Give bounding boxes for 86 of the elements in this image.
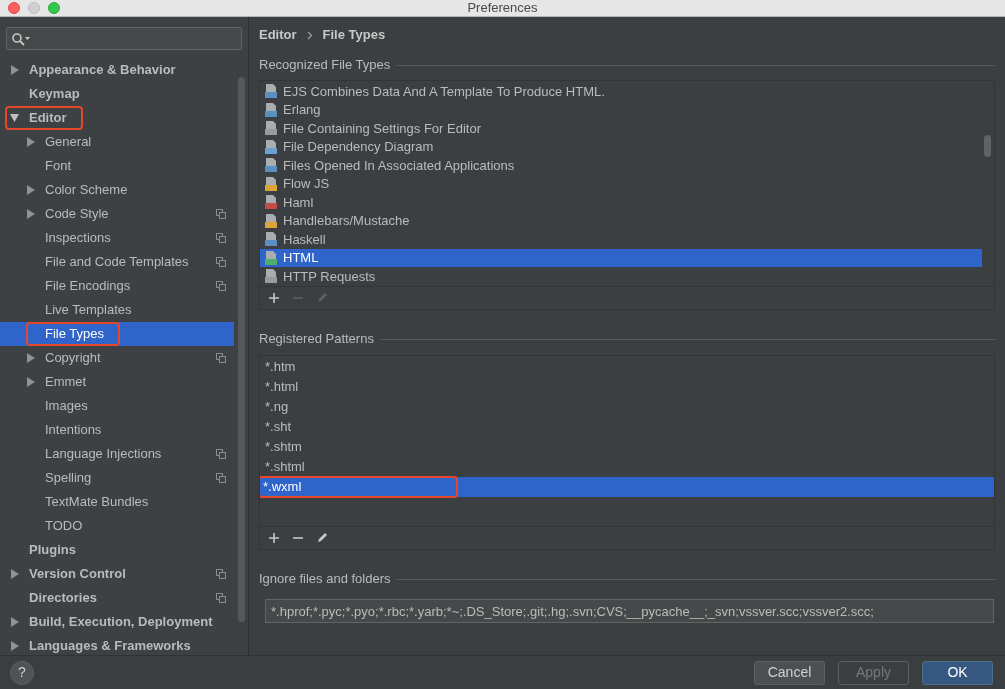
sidebar-item[interactable]: Copyright <box>45 348 101 368</box>
file-type-item[interactable]: HTTP Requests <box>283 266 376 286</box>
sidebar-item[interactable]: Build, Execution, Deployment <box>29 612 213 632</box>
file-type-icon <box>264 157 278 174</box>
sidebar-item[interactable]: Version Control <box>29 564 126 584</box>
pattern-item[interactable]: *.shtm <box>260 438 302 456</box>
sidebar-item[interactable]: TextMate Bundles <box>45 492 149 512</box>
sidebar-item[interactable]: Code Style <box>45 204 109 224</box>
sidebar-item[interactable]: Directories <box>29 588 97 608</box>
sidebar-item[interactable]: Language Injections <box>45 444 162 464</box>
pattern-item[interactable]: *.ng <box>260 398 289 416</box>
collapsed-arrow-icon[interactable] <box>10 569 19 579</box>
highlighted-pattern: *.wxml <box>260 476 458 498</box>
sidebar-item[interactable]: Languages & Frameworks <box>29 636 191 655</box>
breadcrumb-item: File Types <box>322 26 386 45</box>
section-title: Ignore files and folders <box>259 570 391 589</box>
sidebar-item[interactable]: Appearance & Behavior <box>29 60 176 80</box>
file-type-item[interactable]: Erlang <box>283 100 321 120</box>
sidebar-item[interactable]: Plugins <box>29 540 76 560</box>
sidebar-item[interactable]: File and Code Templates <box>45 252 189 272</box>
sidebar-item[interactable]: Images <box>45 396 88 416</box>
file-type-icon <box>264 83 278 100</box>
selected-row[interactable]: *.wxml <box>260 477 994 497</box>
breadcrumb-item: Editor <box>259 26 297 45</box>
highlighted-sidebar-item[interactable]: Editor <box>5 106 83 130</box>
file-type-icon <box>264 249 278 266</box>
selected-row[interactable]: File Types <box>0 322 234 346</box>
sidebar-item[interactable]: Spelling <box>45 468 92 488</box>
expanded-arrow-icon[interactable] <box>10 113 19 123</box>
section-title: Registered Patterns <box>259 330 374 349</box>
collapsed-arrow-icon[interactable] <box>26 185 35 195</box>
file-type-item[interactable]: File Dependency Diagram <box>283 137 434 157</box>
dialog-button[interactable]: Cancel <box>754 660 825 685</box>
search-field[interactable] <box>6 27 242 50</box>
sidebar-item[interactable]: TODO <box>45 516 83 536</box>
sidebar-item[interactable]: File Encodings <box>45 276 131 296</box>
highlighted-sidebar-item: File Types <box>26 322 120 346</box>
sidebar-item[interactable]: Intentions <box>45 420 102 440</box>
pencil-icon[interactable] <box>316 532 328 544</box>
collapsed-arrow-icon[interactable] <box>10 65 19 75</box>
collapsed-arrow-icon[interactable] <box>26 209 35 219</box>
file-type-item[interactable]: Handlebars/Mustache <box>283 211 410 231</box>
scrollbar[interactable] <box>984 135 991 157</box>
file-type-icon <box>264 231 278 248</box>
file-type-icon <box>264 120 278 137</box>
file-type-icon <box>264 212 278 229</box>
file-type-icon <box>264 138 278 155</box>
add-icon[interactable] <box>268 292 280 304</box>
sidebar-item[interactable]: General <box>45 132 92 152</box>
add-icon[interactable] <box>268 532 280 544</box>
sidebar-item[interactable]: Font <box>45 156 71 176</box>
collapsed-arrow-icon[interactable] <box>10 641 19 651</box>
file-type-item[interactable]: Haml <box>283 192 314 212</box>
collapsed-arrow-icon[interactable] <box>26 377 35 387</box>
pattern-item[interactable]: *.html <box>260 378 299 396</box>
search-icon <box>11 31 31 46</box>
file-type-icon <box>264 101 278 118</box>
pattern-item[interactable]: *.sht <box>260 418 291 436</box>
sidebar-item[interactable]: Keymap <box>29 84 80 104</box>
selected-row[interactable]: HTML <box>260 248 982 267</box>
file-type-icon <box>264 268 278 285</box>
file-type-item[interactable]: Files Opened In Associated Applications <box>283 155 515 175</box>
window-title: Preferences <box>466 0 539 16</box>
pattern-item[interactable]: *.shtml <box>260 458 305 476</box>
file-type-item: HTML <box>283 249 319 267</box>
collapsed-arrow-icon[interactable] <box>26 353 35 363</box>
pattern-item[interactable]: *.htm <box>260 358 296 376</box>
file-type-item[interactable]: EJS Combines Data And A Template To Produce HTML. <box>283 81 605 101</box>
section-title: Recognized File Types <box>259 56 391 75</box>
help-button[interactable]: ? <box>10 660 34 685</box>
sidebar-item[interactable]: Emmet <box>45 372 87 392</box>
text-field[interactable]: *.hprof;*.pyc;*.pyo;*.rbc;*.yarb;*~;.DS_Store;.git;.hg;.svn;CVS;__pycache__;_svn;vssver.scc;vssver2.scc; <box>265 599 994 623</box>
file-type-item[interactable]: Haskell <box>283 229 326 249</box>
sidebar-item[interactable]: Inspections <box>45 228 111 248</box>
sidebar-item[interactable]: Color Scheme <box>45 180 128 200</box>
file-type-item[interactable]: File Containing Settings For Editor <box>283 118 481 138</box>
sidebar-item[interactable]: Live Templates <box>45 300 132 320</box>
ok-button[interactable]: OK <box>922 660 993 685</box>
chevron-right-icon <box>306 30 313 40</box>
collapsed-arrow-icon[interactable] <box>10 617 19 627</box>
collapsed-arrow-icon[interactable] <box>26 137 35 147</box>
file-type-icon <box>264 194 278 211</box>
close-window-icon[interactable] <box>8 2 20 14</box>
maximize-window-icon[interactable] <box>48 2 60 14</box>
file-type-item[interactable]: Flow JS <box>283 174 330 194</box>
file-type-icon <box>264 175 278 192</box>
